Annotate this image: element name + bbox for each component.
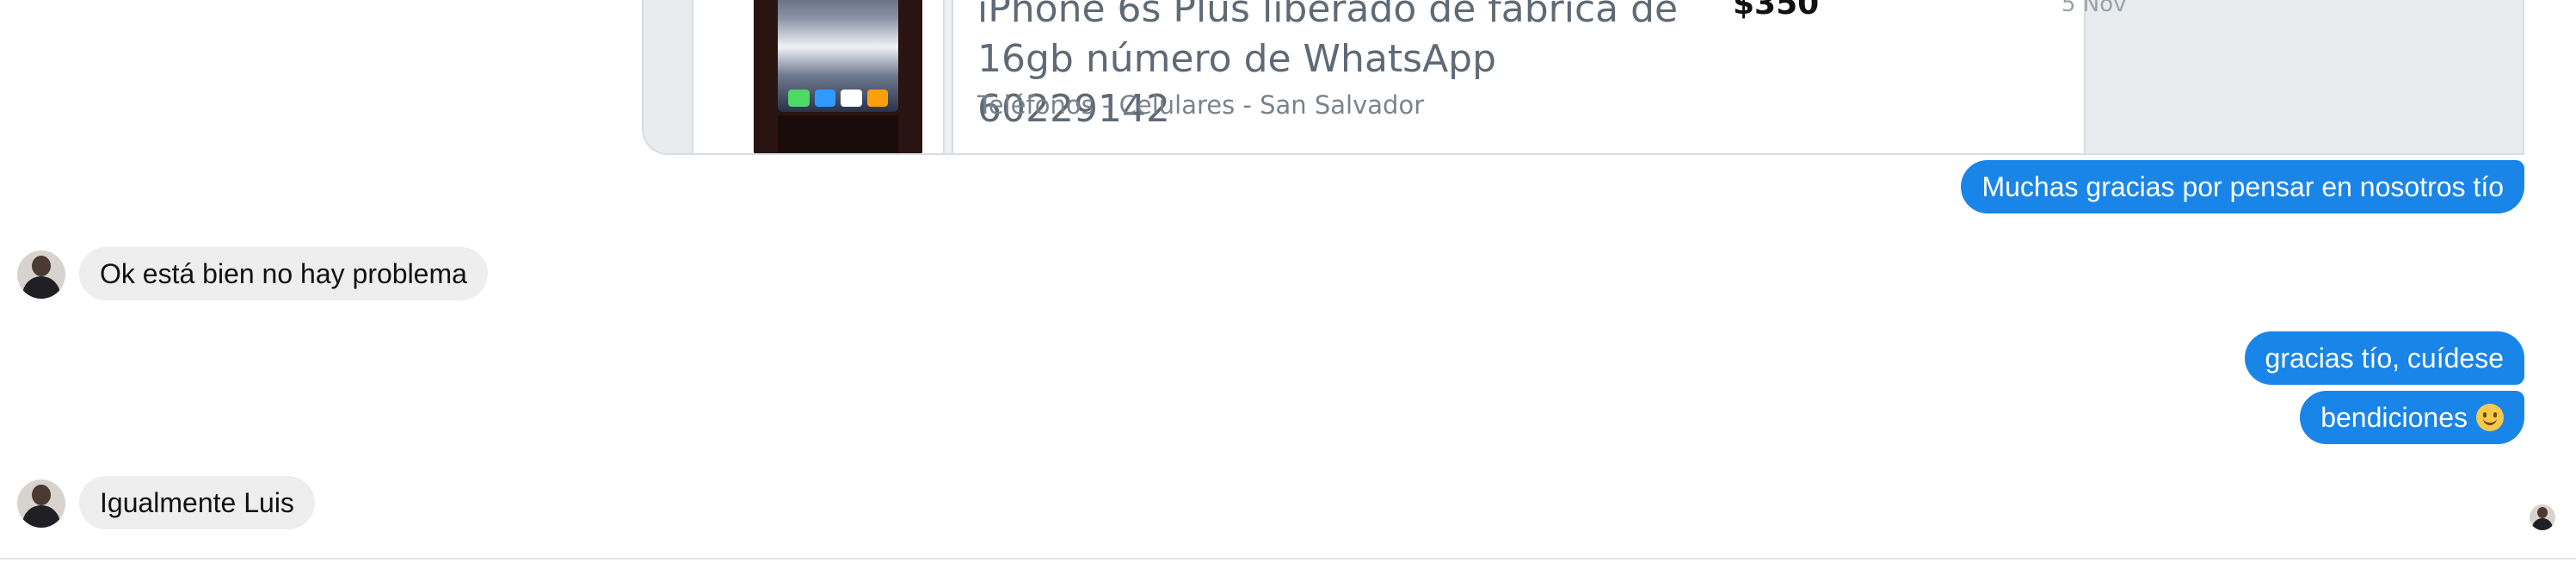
incoming-message-bubble[interactable]: Ok está bien no hay problema [79, 247, 488, 300]
message-text: Igualmente Luis [100, 487, 294, 518]
listing-thumbnail[interactable] [754, 0, 922, 153]
outgoing-message-bubble[interactable]: bendiciones [2300, 391, 2524, 444]
outgoing-message-bubble[interactable]: Muchas gracias por pensar en nosotros tí… [1961, 160, 2524, 213]
seen-avatar-icon [2530, 504, 2555, 530]
listing-price: $350 [1733, 0, 1820, 22]
message-text: Ok está bien no hay problema [100, 258, 467, 289]
link-preview-body: iPhone 6s Plus liberado de fábrica de 16… [692, 0, 2127, 153]
listing-category: Teléfonos - Celulares - San Salvador [977, 90, 1425, 120]
outgoing-message-bubble[interactable]: gracias tío, cuídese [2244, 331, 2524, 385]
composer-divider [0, 558, 2576, 560]
conversation-view: iPhone 6s Plus liberado de fábrica de 16… [0, 0, 2576, 575]
contact-avatar-icon[interactable] [17, 250, 65, 299]
phone-dock-icons [788, 90, 888, 107]
preview-divider [943, 0, 953, 153]
phone-bezel [778, 115, 898, 153]
message-text: bendiciones [2320, 402, 2468, 433]
smiley-emoji-icon [2476, 404, 2504, 431]
listing-date: 5 Nov [2061, 0, 2127, 17]
incoming-message-bubble[interactable]: Igualmente Luis [79, 476, 315, 529]
contact-avatar-icon[interactable] [17, 479, 65, 528]
link-preview-card[interactable]: iPhone 6s Plus liberado de fábrica de 16… [642, 0, 2524, 155]
message-text: Muchas gracias por pensar en nosotros tí… [1981, 171, 2504, 202]
message-text: gracias tío, cuídese [2265, 343, 2504, 374]
